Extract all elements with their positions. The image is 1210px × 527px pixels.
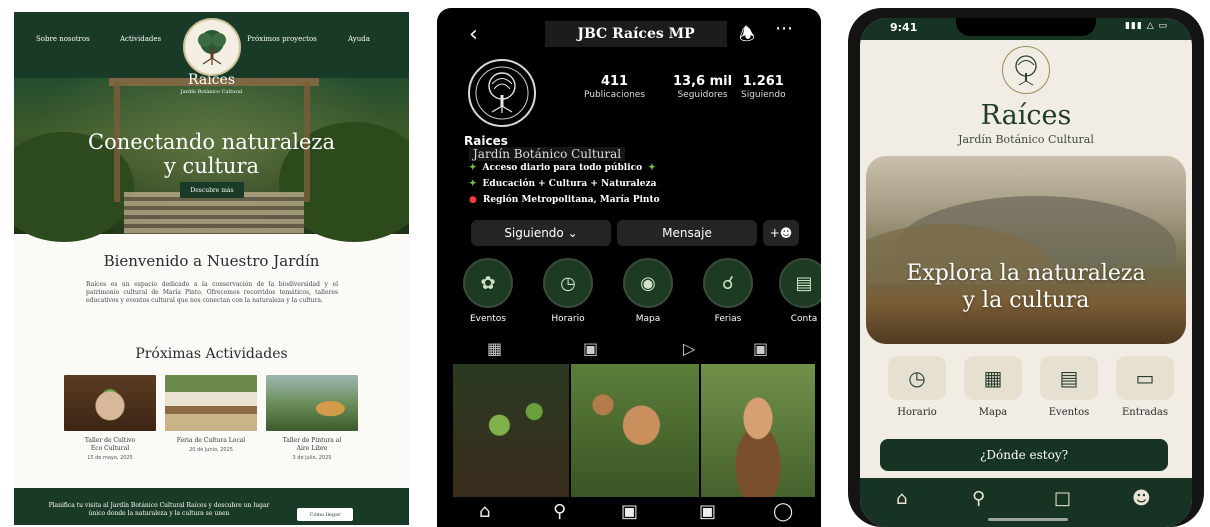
bio-name: Raices xyxy=(464,134,508,148)
app-subtitle: Jardín Botánico Cultural xyxy=(958,133,1094,146)
tile-eventos[interactable]: ▤ Eventos xyxy=(1034,356,1104,418)
following-button[interactable]: Siguiendo ⌄ xyxy=(471,220,611,246)
hero-section: Sobre nosotros Actividades Próximos proy… xyxy=(14,12,409,242)
highlight-eventos[interactable]: ✿ Eventos xyxy=(461,258,515,324)
instagram-profile-mockup: ‹ JBC Raíces MP 🕭 ⋯ 411 Publicaciones 13… xyxy=(437,8,821,527)
stat-followers[interactable]: 13,6 mil Seguidores xyxy=(673,74,732,100)
ticket-icon: ▭ xyxy=(1116,356,1174,400)
brand-title: Raíces xyxy=(188,72,235,88)
more-icon[interactable]: ⋯ xyxy=(775,18,793,39)
profile-avatar-icon[interactable]: ◯ xyxy=(773,501,793,522)
stat-following[interactable]: 1.261 Siguiendo xyxy=(741,74,786,100)
search-icon[interactable]: ⚲ xyxy=(972,488,985,509)
sprout-icon: ✦ xyxy=(648,163,656,173)
tile-horario[interactable]: ◷ Horario xyxy=(882,356,952,418)
bookmark-icon[interactable]: □ xyxy=(1054,488,1071,509)
home-icon[interactable]: ⌂ xyxy=(479,501,490,522)
post-thumbnail[interactable] xyxy=(453,364,569,500)
nav-proximos-proyectos[interactable]: Próximos proyectos xyxy=(247,35,317,43)
discover-more-button[interactable]: Descubre más xyxy=(180,182,244,198)
app-screen: 9:41 ▮▮▮ △ ▭ Raíces Jardín Botánico Cult… xyxy=(860,18,1192,527)
post-thumbnail[interactable] xyxy=(701,364,815,500)
search-icon[interactable]: ⚲ xyxy=(553,501,566,522)
play-icon[interactable]: ▷ xyxy=(683,339,695,358)
profile-avatar[interactable] xyxy=(468,59,536,127)
website-footer: Planifica tu visita al Jardín Botánico C… xyxy=(14,488,409,525)
sprout-icon: ✦ xyxy=(469,163,477,173)
document-icon: ▤ xyxy=(1040,356,1098,400)
home-indicator xyxy=(988,518,1068,521)
map-pin-icon: ◉ xyxy=(623,258,673,308)
activities-title: Próximas Actividades xyxy=(135,346,288,362)
how-to-get-there-button[interactable]: Cómo llegar xyxy=(297,508,353,521)
map-icon: ▦ xyxy=(964,356,1022,400)
activity-image xyxy=(64,375,156,431)
clock-icon: ◷ xyxy=(888,356,946,400)
flower-icon: ✿ xyxy=(463,258,513,308)
highlight-ferias[interactable]: ☌ Ferias xyxy=(701,258,755,324)
stat-posts[interactable]: 411 Publicaciones xyxy=(584,74,645,100)
post-thumbnail[interactable] xyxy=(571,364,699,500)
nav-sobre-nosotros[interactable]: Sobre nosotros xyxy=(36,35,90,43)
app-title: Raíces xyxy=(980,100,1072,131)
tree-logo-icon xyxy=(1002,46,1050,94)
activity-card[interactable]: Feria de Cultura Local 20 de junio, 2025 xyxy=(165,375,257,453)
balloons-icon: ☌ xyxy=(703,258,753,308)
highlight-mapa[interactable]: ◉ Mapa xyxy=(621,258,675,324)
brand-subtitle: Jardín Botánico Cultural xyxy=(180,89,243,95)
tagged-icon[interactable]: ▣ xyxy=(753,339,768,358)
reels-icon[interactable]: ▣ xyxy=(583,339,598,358)
chevron-down-icon: ⌄ xyxy=(567,226,578,240)
message-button[interactable]: Mensaje xyxy=(617,220,757,246)
status-bar: 9:41 ▮▮▮ △ ▭ xyxy=(860,18,1192,40)
post-grid xyxy=(453,364,815,500)
activity-card[interactable]: Taller de Pintura al Aire Libre 3 de juli… xyxy=(266,375,358,461)
bio-line: ✦ Educación + Cultura + Naturaleza xyxy=(469,179,657,189)
back-chevron-icon[interactable]: ‹ xyxy=(469,22,478,47)
shop-icon[interactable]: ▣ xyxy=(699,501,716,522)
ig-bottom-nav: ⌂ ⚲ ▣ ▣ ◯ xyxy=(437,497,821,527)
website-mockup: Sobre nosotros Actividades Próximos proy… xyxy=(14,12,409,525)
stone-stairs xyxy=(124,192,304,234)
activity-image xyxy=(165,375,257,431)
banner-headline: Explora la naturaleza y la cultura xyxy=(906,261,1146,313)
welcome-title: Bienvenido a Nuestro Jardín xyxy=(103,252,320,270)
phone-frame: 9:41 ▮▮▮ △ ▭ Raíces Jardín Botánico Cult… xyxy=(848,8,1204,527)
home-icon[interactable]: ⌂ xyxy=(896,488,907,509)
footer-text: Planifica tu visita al Jardín Botánico C… xyxy=(48,502,270,517)
tile-entradas[interactable]: ▭ Entradas xyxy=(1110,356,1180,418)
profile-icon[interactable]: ☻ xyxy=(1132,488,1151,509)
nav-ayuda[interactable]: Ayuda xyxy=(348,35,370,43)
profile-tabs: ▦ ▣ ▷ ▣ xyxy=(437,334,821,362)
highlight-contacto[interactable]: ▤ Conta xyxy=(777,258,821,324)
hero-headline: Conectando naturaleza y cultura xyxy=(88,130,335,178)
bell-icon[interactable]: 🕭 xyxy=(739,22,755,52)
sprout-icon: ✦ xyxy=(469,179,477,189)
location-pin-icon: ● xyxy=(469,195,477,205)
activity-image xyxy=(266,375,358,431)
grid-icon[interactable]: ▦ xyxy=(487,339,502,358)
bio-subtitle: Jardín Botánico Cultural xyxy=(469,147,626,161)
nav-actividades[interactable]: Actividades xyxy=(120,35,161,43)
welcome-text: Raíces es un espacio dedicado a la conse… xyxy=(86,281,338,304)
document-icon: ▤ xyxy=(779,258,821,308)
where-am-i-button[interactable]: ¿Dónde estoy? xyxy=(880,439,1168,471)
tree-logo-icon[interactable] xyxy=(183,18,241,76)
bio-line: ● Región Metropolitana, María Pinto xyxy=(469,195,660,205)
reels-icon[interactable]: ▣ xyxy=(621,501,638,522)
profile-username: JBC Raíces MP xyxy=(545,21,727,47)
bio-line: ✦ Acceso diario para todo público ✦ xyxy=(469,163,656,173)
tile-mapa[interactable]: ▦ Mapa xyxy=(958,356,1028,418)
clock-icon: ◷ xyxy=(543,258,593,308)
hero-banner: Explora la naturaleza y la cultura xyxy=(866,156,1186,344)
signal-wifi-battery-icon: ▮▮▮ △ ▭ xyxy=(1124,21,1168,31)
brand: Raíces Jardín Botánico Cultural xyxy=(14,72,409,95)
activity-card[interactable]: Taller de Cultivo Eco Cultural 15 de mayo… xyxy=(64,375,156,461)
highlight-horario[interactable]: ◷ Horario xyxy=(541,258,595,324)
add-person-icon[interactable]: +☻ xyxy=(763,220,799,246)
tree-logo-icon xyxy=(475,66,529,120)
